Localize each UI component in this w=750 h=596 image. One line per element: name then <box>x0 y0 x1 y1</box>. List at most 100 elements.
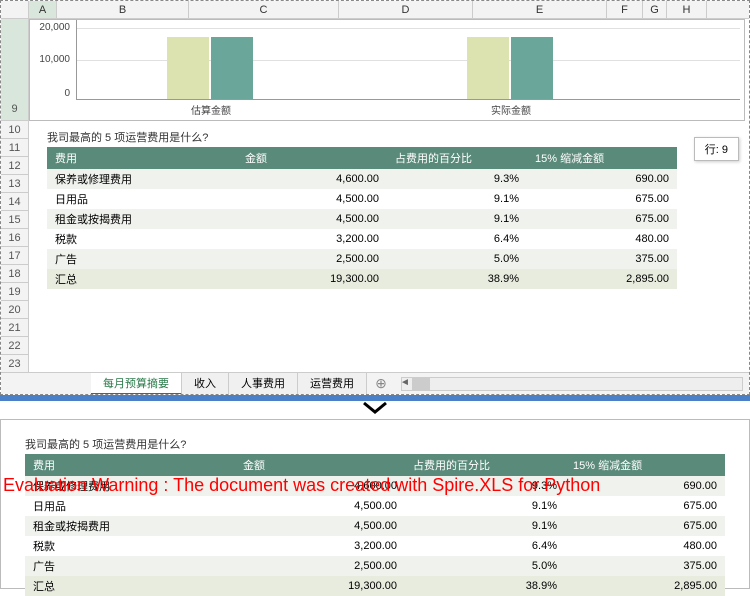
cell-reduce: 480.00 <box>565 536 725 556</box>
preview-panel: 我司最高的 5 项运营费用是什么? 费用 金额 占费用的百分比 15% 缩减金额… <box>0 419 750 589</box>
row-header[interactable]: 20 <box>1 301 29 319</box>
table-body-bottom: 保养或修理费用4,600.009.3%690.00日用品4,500.009.1%… <box>25 476 725 596</box>
row-header[interactable]: 10 <box>1 121 29 139</box>
spreadsheet-panel: ABCDEFGH 91011121314151617181920212223 2… <box>0 0 750 395</box>
table-row[interactable]: 税款3,200.006.4%480.00 <box>25 536 725 556</box>
cell-amount: 4,600.00 <box>235 476 405 496</box>
row-header[interactable]: 21 <box>1 319 29 337</box>
cell-pct: 5.0% <box>387 249 527 269</box>
bar <box>511 37 553 99</box>
x-label: 估算金额 <box>161 102 261 117</box>
column-header[interactable]: B <box>57 1 189 18</box>
row-header[interactable]: 9 <box>1 19 29 121</box>
table-row[interactable]: 租金或按揭费用4,500.009.1%675.00 <box>25 516 725 536</box>
th-reduce: 15% 缩减金额 <box>565 454 725 476</box>
cell-label: 广告 <box>47 249 237 269</box>
table-row[interactable]: 日用品4,500.009.1%675.00 <box>25 496 725 516</box>
cell-pct: 38.9% <box>405 576 565 596</box>
question-text: 我司最高的 5 项运营费用是什么? <box>29 123 749 147</box>
cell-label: 税款 <box>25 536 235 556</box>
row-header[interactable]: 14 <box>1 193 29 211</box>
column-header[interactable]: H <box>667 1 707 18</box>
cell-amount: 2,500.00 <box>237 249 387 269</box>
row-header[interactable]: 13 <box>1 175 29 193</box>
column-header[interactable]: C <box>189 1 339 18</box>
th-expense: 费用 <box>25 454 235 476</box>
row-header[interactable]: 23 <box>1 355 29 373</box>
sheet-tab[interactable]: 人事费用 <box>229 373 298 395</box>
cell-reduce: 690.00 <box>565 476 725 496</box>
horizontal-scrollbar[interactable]: ◄ <box>401 377 743 391</box>
row-header[interactable]: 22 <box>1 337 29 355</box>
th-pct: 占费用的百分比 <box>387 147 527 169</box>
cell-pct: 6.4% <box>405 536 565 556</box>
y-tick: 0 <box>64 88 70 99</box>
chart-plot: 估算金额 实际金额 <box>76 20 740 100</box>
table-row[interactable]: 日用品4,500.009.1%675.00 <box>47 189 677 209</box>
cell-reduce: 690.00 <box>527 169 677 189</box>
row-header[interactable]: 17 <box>1 247 29 265</box>
th-reduce: 15% 缩减金额 <box>527 147 677 169</box>
cell-amount: 4,500.00 <box>235 516 405 536</box>
th-expense: 费用 <box>47 147 237 169</box>
sheet-tab[interactable]: 收入 <box>182 373 229 395</box>
row-header[interactable]: 16 <box>1 229 29 247</box>
cell-label: 税款 <box>47 229 237 249</box>
cell-amount: 3,200.00 <box>237 229 387 249</box>
table-row[interactable]: 租金或按揭费用4,500.009.1%675.00 <box>47 209 677 229</box>
column-header[interactable]: E <box>473 1 607 18</box>
cell-pct: 9.1% <box>405 496 565 516</box>
cell-reduce: 675.00 <box>527 189 677 209</box>
th-amount: 金额 <box>235 454 405 476</box>
cell-pct: 6.4% <box>387 229 527 249</box>
column-header[interactable]: D <box>339 1 473 18</box>
sheet-tabs: 每月预算摘要收入人事费用运营费用⊕ ◄ <box>1 372 749 394</box>
cell-label: 保养或修理费用 <box>25 476 235 496</box>
row-tooltip: 行: 9 <box>694 137 739 161</box>
expense-table: 费用 金额 占费用的百分比 15% 缩减金额 保养或修理费用4,600.009.… <box>47 147 677 289</box>
cell-amount: 19,300.00 <box>235 576 405 596</box>
table-row[interactable]: 广告2,500.005.0%375.00 <box>47 249 677 269</box>
column-header[interactable]: A <box>29 1 57 18</box>
table-row[interactable]: 税款3,200.006.4%480.00 <box>47 229 677 249</box>
scroll-left-icon[interactable]: ◄ <box>400 377 410 388</box>
question-text: 我司最高的 5 项运营费用是什么? <box>7 430 743 454</box>
table-row[interactable]: 保养或修理费用4,600.009.3%690.00 <box>25 476 725 496</box>
cell-amount: 4,500.00 <box>237 189 387 209</box>
cell-amount: 4,600.00 <box>237 169 387 189</box>
add-sheet-button[interactable]: ⊕ <box>367 375 395 392</box>
cell-reduce: 2,895.00 <box>565 576 725 596</box>
cell-amount: 3,200.00 <box>235 536 405 556</box>
chart[interactable]: 20,000 10,000 0 估算金额 实际金额 <box>29 19 745 121</box>
cell-label: 租金或按揭费用 <box>47 209 237 229</box>
cell-reduce: 675.00 <box>565 516 725 536</box>
column-header[interactable]: F <box>607 1 643 18</box>
cell-amount: 4,500.00 <box>237 209 387 229</box>
row-header[interactable]: 18 <box>1 265 29 283</box>
sheet-area: 20,000 10,000 0 估算金额 实际金额 我司最高的 5 项运营费用 <box>29 19 749 289</box>
cell-label: 保养或修理费用 <box>47 169 237 189</box>
cell-amount: 19,300.00 <box>237 269 387 289</box>
cell-reduce: 480.00 <box>527 229 677 249</box>
select-all-box[interactable] <box>1 1 29 18</box>
bar <box>467 37 509 99</box>
bar-group <box>467 37 553 99</box>
row-header[interactable]: 11 <box>1 139 29 157</box>
sheet-tab[interactable]: 每月预算摘要 <box>91 373 182 395</box>
cell-pct: 38.9% <box>387 269 527 289</box>
scrollbar-thumb[interactable] <box>412 378 430 390</box>
table-total-row: 汇总19,300.0038.9%2,895.00 <box>47 269 677 289</box>
cell-reduce: 675.00 <box>527 209 677 229</box>
table-row[interactable]: 保养或修理费用4,600.009.3%690.00 <box>47 169 677 189</box>
column-header[interactable]: G <box>643 1 667 18</box>
th-pct: 占费用的百分比 <box>405 454 565 476</box>
row-header[interactable]: 12 <box>1 157 29 175</box>
sheet-tab[interactable]: 运营费用 <box>298 373 367 395</box>
cell-reduce: 375.00 <box>527 249 677 269</box>
row-header[interactable]: 19 <box>1 283 29 301</box>
cell-reduce: 2,895.00 <box>527 269 677 289</box>
row-header[interactable]: 15 <box>1 211 29 229</box>
cell-pct: 9.3% <box>387 169 527 189</box>
cell-label: 日用品 <box>47 189 237 209</box>
table-row[interactable]: 广告2,500.005.0%375.00 <box>25 556 725 576</box>
